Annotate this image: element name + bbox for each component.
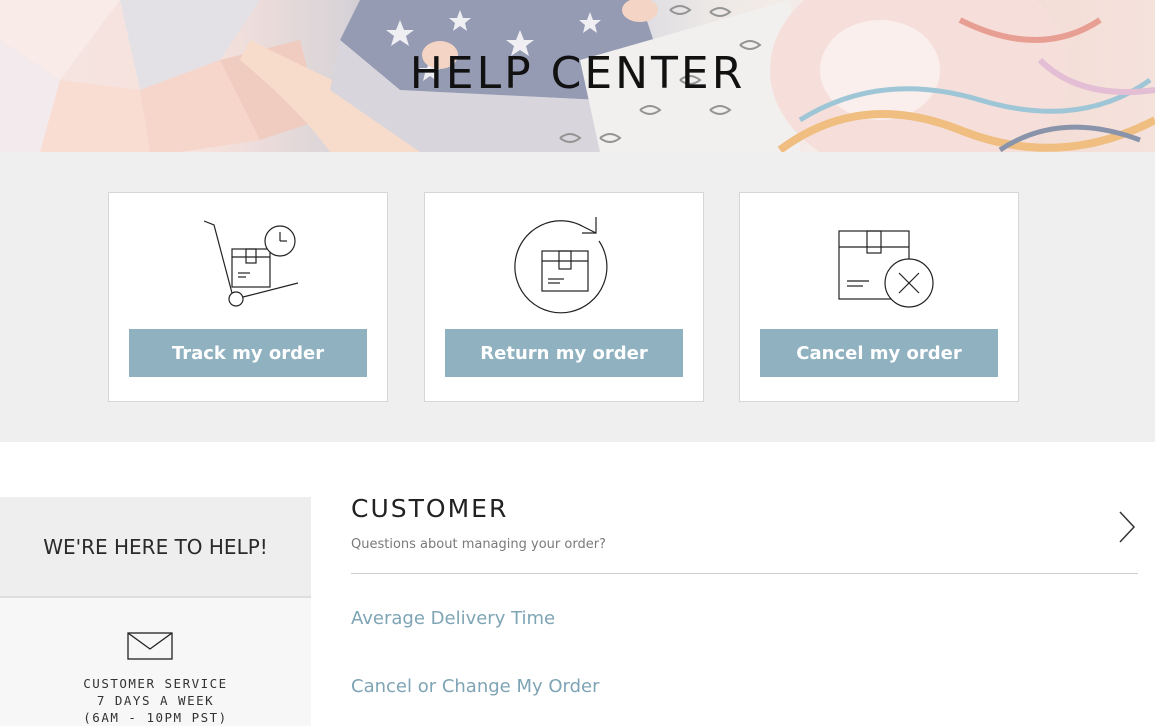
return-order-card: Return my order [424, 192, 704, 402]
track-order-button[interactable]: Track my order [129, 329, 367, 377]
customer-service-info: CUSTOMER SERVICE 7 DAYS A WEEK (6AM - 10… [0, 598, 311, 726]
faq-link-cancel-or-change-order[interactable]: Cancel or Change My Order [351, 676, 600, 697]
box-cancel-icon [740, 211, 1018, 323]
cancel-order-button[interactable]: Cancel my order [760, 329, 998, 377]
track-order-card: Track my order [108, 192, 388, 402]
service-hours: (6AM - 10PM PST) [83, 710, 228, 725]
cancel-order-card: Cancel my order [739, 192, 1019, 402]
return-order-button[interactable]: Return my order [445, 329, 683, 377]
envelope-icon [127, 632, 173, 660]
order-actions-band: Track my order Return my order Cancel my… [0, 152, 1155, 442]
hero-banner: HELP CENTER [0, 0, 1155, 152]
help-heading: WE'RE HERE TO HELP! [0, 497, 311, 598]
category-subtitle: Questions about managing your order? [351, 537, 606, 552]
category-title: CUSTOMER [351, 494, 509, 523]
box-return-arrow-icon [425, 211, 703, 323]
faq-link-average-delivery-time[interactable]: Average Delivery Time [351, 608, 555, 629]
category-divider [351, 573, 1138, 574]
help-sidebar: WE'RE HERE TO HELP! CUSTOMER SERVICE 7 D… [0, 497, 311, 726]
hand-truck-clock-icon [109, 211, 387, 323]
chevron-right-icon[interactable] [1117, 510, 1137, 544]
service-days: 7 DAYS A WEEK [96, 693, 215, 708]
page-title: HELP CENTER [409, 48, 746, 99]
service-label: CUSTOMER SERVICE [83, 676, 228, 691]
